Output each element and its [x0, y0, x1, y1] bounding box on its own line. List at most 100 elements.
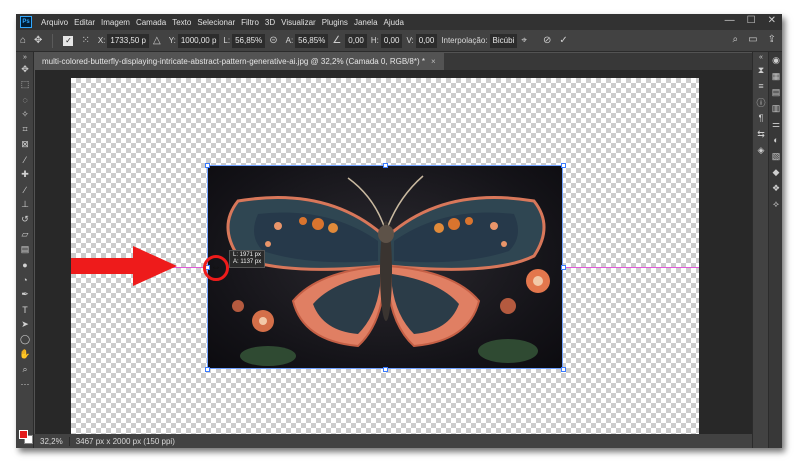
width-field[interactable]: 56,85% [232, 33, 266, 48]
libraries-icon[interactable]: ▤ [769, 84, 782, 100]
info-icon[interactable]: ⓘ [753, 94, 769, 110]
pen-tool-icon[interactable]: ✒ [16, 287, 34, 302]
healing-tool-icon[interactable]: ✚ [16, 167, 34, 182]
move-tool-icon[interactable]: ✥ [16, 62, 34, 77]
menu-ajuda[interactable]: Ajuda [381, 18, 407, 27]
type-tool-icon[interactable]: T [16, 302, 34, 317]
lasso-tool-icon[interactable]: ◌ [16, 92, 34, 107]
brush-settings-icon[interactable]: ▧ [769, 148, 782, 164]
eyedropper-tool-icon[interactable]: ⁄ [16, 152, 34, 167]
commit-transform-icon[interactable]: ✓ [559, 35, 567, 46]
interpolation-select[interactable]: Bicúbi [489, 33, 518, 48]
paths-icon[interactable]: ⟡ [769, 196, 782, 212]
color-panel-icon[interactable]: ◉ [769, 52, 782, 68]
adjustments-icon[interactable]: ⚌ [769, 116, 782, 132]
swatches-icon[interactable]: ◈ [753, 142, 769, 158]
eraser-tool-icon[interactable]: ▱ [16, 227, 34, 242]
link-icon[interactable]: ⊝ [269, 35, 277, 46]
angle-field[interactable]: 0,00 [345, 33, 367, 48]
history-brush-tool-icon[interactable]: ↺ [16, 212, 34, 227]
menu-3d[interactable]: 3D [262, 18, 278, 27]
readout-width: L: 1971 px [233, 252, 262, 258]
patterns-icon[interactable]: ▥ [769, 100, 782, 116]
collapse-icon[interactable]: » [16, 52, 34, 62]
search-icon[interactable]: ⌕ [733, 34, 739, 45]
share-icon[interactable]: ⇪ [768, 34, 776, 45]
document-tab[interactable]: multi-colored-butterfly-displaying-intri… [34, 53, 444, 70]
y-field[interactable]: 1000,00 p [177, 33, 220, 48]
channels-icon[interactable]: ❖ [769, 180, 782, 196]
zoom-tool-icon[interactable]: ⌕ [16, 362, 34, 377]
height-label: A: [285, 36, 294, 45]
menu-selecionar[interactable]: Selecionar [194, 18, 238, 27]
angle-icon: ∠ [332, 35, 342, 46]
status-bar: 32,2% 3467 px x 2000 px (150 ppi) [34, 434, 752, 448]
layers-icon[interactable]: ◆ [769, 164, 782, 180]
transform-handle-top-left[interactable] [205, 163, 210, 168]
menu-visualizar[interactable]: Visualizar [278, 18, 319, 27]
transform-handle-bottom[interactable] [383, 367, 388, 372]
crop-tool-icon[interactable]: ⌗ [16, 122, 34, 137]
photoshop-logo: Ps [20, 16, 32, 28]
home-icon[interactable]: ⌂ [20, 35, 26, 46]
stamp-tool-icon[interactable]: ⊥ [16, 197, 34, 212]
close-button[interactable]: ✕ [768, 15, 776, 26]
transform-handle-top[interactable] [383, 163, 388, 168]
styles-icon[interactable]: ◐ [769, 132, 782, 148]
menu-plugins[interactable]: Plugins [319, 18, 351, 27]
warp-icon[interactable]: ⌖ [521, 35, 527, 46]
transform-handle-right[interactable] [561, 265, 566, 270]
y-label: Y: [168, 36, 176, 45]
menu-imagem[interactable]: Imagem [98, 18, 133, 27]
transform-handle-bottom-right[interactable] [561, 367, 566, 372]
more-tools-icon[interactable]: ⋯ [16, 377, 34, 392]
delta-icon[interactable]: △ [153, 35, 161, 46]
v-skew-field[interactable]: 0,00 [415, 33, 438, 48]
grid-panel-icon[interactable]: ▦ [769, 68, 782, 84]
marquee-tool-icon[interactable]: ⬚ [16, 77, 34, 92]
h-skew-field[interactable]: 0,00 [380, 33, 403, 48]
minimize-button[interactable]: — [725, 15, 735, 26]
adjust-icon[interactable]: ⇆ [753, 126, 769, 142]
menu-arquivo[interactable]: Arquivo [38, 18, 71, 27]
menu-filtro[interactable]: Filtro [238, 18, 262, 27]
foreground-color-swatch[interactable] [19, 430, 28, 439]
canvas-area[interactable]: L: 1971 px A: 1137 px ⇔ [35, 70, 752, 434]
transform-handle-top-right[interactable] [561, 163, 566, 168]
document-tab-title: multi-colored-butterfly-displaying-intri… [42, 57, 425, 66]
path-select-tool-icon[interactable]: ➤ [16, 317, 34, 332]
hand-tool-icon[interactable]: ✋ [16, 347, 34, 362]
tab-close-icon[interactable]: × [431, 57, 436, 66]
x-field[interactable]: 1733,50 p [107, 33, 149, 48]
paragraph-icon[interactable]: ¶ [753, 110, 769, 126]
reference-point-checkbox[interactable]: ✓ [63, 35, 74, 46]
height-field[interactable]: 56,85% [295, 33, 329, 48]
zoom-level[interactable]: 32,2% [34, 436, 70, 446]
workspace-icon[interactable]: ▭ [748, 34, 757, 45]
magic-wand-tool-icon[interactable]: ✧ [16, 107, 34, 122]
collapse-panels-icon[interactable]: « [753, 52, 769, 62]
history-icon[interactable]: ⧗ [753, 62, 769, 78]
brush-tool-icon[interactable]: ∕ [16, 182, 34, 197]
tab-bar: multi-colored-butterfly-displaying-intri… [34, 53, 752, 70]
document-info[interactable]: 3467 px x 2000 px (150 ppi) [70, 437, 181, 446]
properties-icon[interactable]: ≡ [753, 78, 769, 94]
menu-editar[interactable]: Editar [71, 18, 98, 27]
transform-tool-icon[interactable]: ✥ [34, 35, 42, 46]
annotation-arrow-icon [71, 246, 177, 286]
h-skew-label: H: [370, 36, 379, 45]
maximize-button[interactable]: ☐ [747, 15, 756, 26]
dodge-tool-icon[interactable]: ◔ [16, 272, 34, 287]
cancel-transform-icon[interactable]: ⊘ [543, 35, 551, 46]
blur-tool-icon[interactable]: ● [16, 257, 34, 272]
menu-texto[interactable]: Texto [169, 18, 194, 27]
menu-janela[interactable]: Janela [351, 18, 381, 27]
photoshop-window: Ps Arquivo Editar Imagem Camada Texto Se… [16, 14, 782, 448]
gradient-tool-icon[interactable]: ▤ [16, 242, 34, 257]
divider [52, 33, 54, 48]
frame-tool-icon[interactable]: ⊠ [16, 137, 34, 152]
reference-point-icon[interactable]: ⁙ [81, 35, 89, 46]
transform-handle-bottom-left[interactable] [205, 367, 210, 372]
shape-tool-icon[interactable]: ◯ [16, 332, 34, 347]
menu-camada[interactable]: Camada [133, 18, 169, 27]
